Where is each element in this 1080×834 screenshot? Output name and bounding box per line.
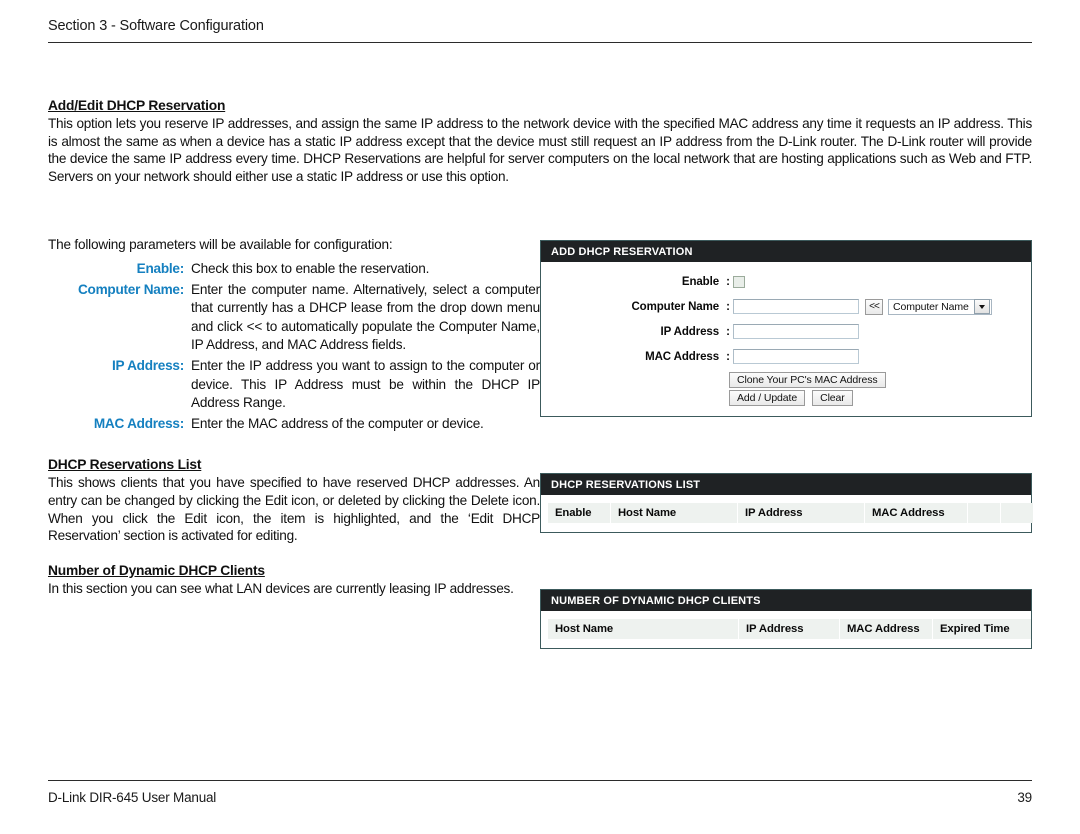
dynamic-clients-table: Host Name IP Address MAC Address Expired… (547, 619, 1032, 639)
column-header-enable: Enable (548, 503, 610, 523)
form-row-enable: Enable : (541, 272, 1031, 291)
dynamic-clients-paragraph: In this section you can see what LAN dev… (48, 580, 514, 596)
clear-button[interactable]: Clear (812, 390, 853, 406)
parameter-label-computer-name: Computer Name: (77, 281, 184, 297)
parameter-desc-enable: Check this box to enable the reservation… (191, 261, 430, 276)
table-header-row: Enable Host Name IP Address MAC Address (548, 503, 1033, 523)
section-label: Section 3 - Software Configuration (48, 18, 264, 34)
mac-address-input[interactable] (733, 349, 859, 364)
add-update-button[interactable]: Add / Update (729, 390, 806, 406)
parameter-label-enable: Enable: (136, 261, 185, 276)
ip-address-label: IP Address (660, 325, 720, 338)
computer-name-label: Computer Name (631, 300, 719, 313)
parameters-lead-in: The following parameters will be availab… (48, 237, 393, 252)
column-header-ip-address: IP Address (739, 619, 839, 639)
parameter-label-mac-address: MAC Address: (93, 415, 184, 431)
table-header-row: Host Name IP Address MAC Address Expired… (548, 619, 1031, 639)
column-header-mac-address: MAC Address (840, 619, 932, 639)
dynamic-dhcp-clients-panel: NUMBER OF DYNAMIC DHCP CLIENTS Host Name… (540, 589, 1032, 649)
footer-divider (48, 780, 1032, 781)
page-header: Section 3 - Software Configuration (48, 18, 1032, 43)
ip-address-input[interactable] (733, 324, 859, 339)
parameter-label-ip-address: IP Address: (111, 357, 184, 373)
enable-label: Enable (681, 275, 719, 288)
column-header-mac-address: MAC Address (865, 503, 967, 523)
form-row-ip-address: IP Address : (541, 322, 1031, 341)
panel-body: Enable : Computer Name : << Computer Nam… (541, 262, 1031, 416)
intro-paragraph: This option lets you reserve IP addresse… (48, 116, 1032, 184)
panel-titlebar: DHCP RESERVATIONS LIST (541, 474, 1031, 495)
reservations-table: Enable Host Name IP Address MAC Address (547, 503, 1034, 523)
form-row-mac-address: MAC Address : (541, 347, 1031, 366)
panel-title: DHCP RESERVATIONS LIST (551, 478, 701, 491)
parameter-item: Computer Name: Enter the computer name. … (48, 281, 540, 355)
computer-name-select-value: Computer Name (893, 300, 969, 313)
header-divider (48, 42, 1032, 43)
panel-body: Enable Host Name IP Address MAC Address (541, 495, 1034, 532)
intro-heading: Add/Edit DHCP Reservation (48, 98, 226, 113)
computer-name-select[interactable]: Computer Name (888, 298, 992, 315)
computer-name-input[interactable] (733, 299, 859, 314)
reservations-list-paragraph: This shows clients that you have specifi… (48, 475, 540, 544)
dhcp-reservations-list-panel: DHCP RESERVATIONS LIST Enable Host Name … (540, 473, 1034, 533)
copy-from-list-button[interactable]: << (865, 298, 883, 315)
action-button-row: Add / Update Clear (729, 390, 1031, 406)
clone-button-row: Clone Your PC's MAC Address (729, 372, 1031, 388)
column-header-host-name: Host Name (548, 619, 738, 639)
manual-title: D-Link DIR-645 User Manual (48, 790, 217, 805)
parameter-item: IP Address: Enter the IP address you wan… (48, 357, 540, 413)
label-colon: : (726, 275, 730, 288)
footer-row: D-Link DIR-645 User Manual 39 (48, 790, 1032, 805)
parameter-desc-mac-address: Enter the MAC address of the computer or… (191, 415, 484, 431)
reservations-list-heading: DHCP Reservations List (48, 457, 202, 473)
chevron-down-icon (974, 299, 990, 314)
parameter-definition-list: Enable: Check this box to enable the res… (48, 260, 540, 433)
panel-body: Host Name IP Address MAC Address Expired… (541, 611, 1031, 648)
panel-titlebar: NUMBER OF DYNAMIC DHCP CLIENTS (541, 590, 1031, 611)
form-row-computer-name: Computer Name : << Computer Name (541, 297, 1031, 316)
page-number: 39 (1017, 790, 1032, 805)
page-footer: D-Link DIR-645 User Manual 39 (48, 780, 1032, 805)
parameter-item: MAC Address: Enter the MAC address of th… (48, 415, 540, 434)
column-header-ip-address: IP Address (738, 503, 864, 523)
parameter-desc-computer-name: Enter the computer name. Alternatively, … (191, 281, 540, 353)
enable-checkbox[interactable] (733, 275, 745, 288)
add-dhcp-reservation-panel: ADD DHCP RESERVATION Enable : Computer N… (540, 240, 1032, 417)
column-header-expired-time: Expired Time (933, 619, 1031, 639)
column-header-delete (1001, 503, 1033, 523)
label-colon: : (726, 300, 730, 313)
manual-page: Section 3 - Software Configuration Add/E… (0, 0, 1080, 834)
intro-block: Add/Edit DHCP Reservation This option le… (48, 98, 1032, 185)
mac-address-label: MAC Address (645, 350, 719, 363)
panel-title: NUMBER OF DYNAMIC DHCP CLIENTS (551, 594, 761, 607)
parameter-desc-ip-address: Enter the IP address you want to assign … (191, 357, 540, 411)
left-column: The following parameters will be availab… (48, 236, 540, 597)
panel-titlebar: ADD DHCP RESERVATION (541, 241, 1031, 262)
label-colon: : (726, 325, 730, 338)
parameter-item: Enable: Check this box to enable the res… (48, 260, 540, 279)
label-colon: : (726, 350, 730, 363)
panel-title: ADD DHCP RESERVATION (551, 245, 693, 258)
clone-mac-address-button[interactable]: Clone Your PC's MAC Address (729, 372, 886, 388)
column-header-edit (968, 503, 1000, 523)
column-header-host-name: Host Name (611, 503, 737, 523)
dynamic-clients-heading: Number of Dynamic DHCP Clients (48, 562, 265, 578)
